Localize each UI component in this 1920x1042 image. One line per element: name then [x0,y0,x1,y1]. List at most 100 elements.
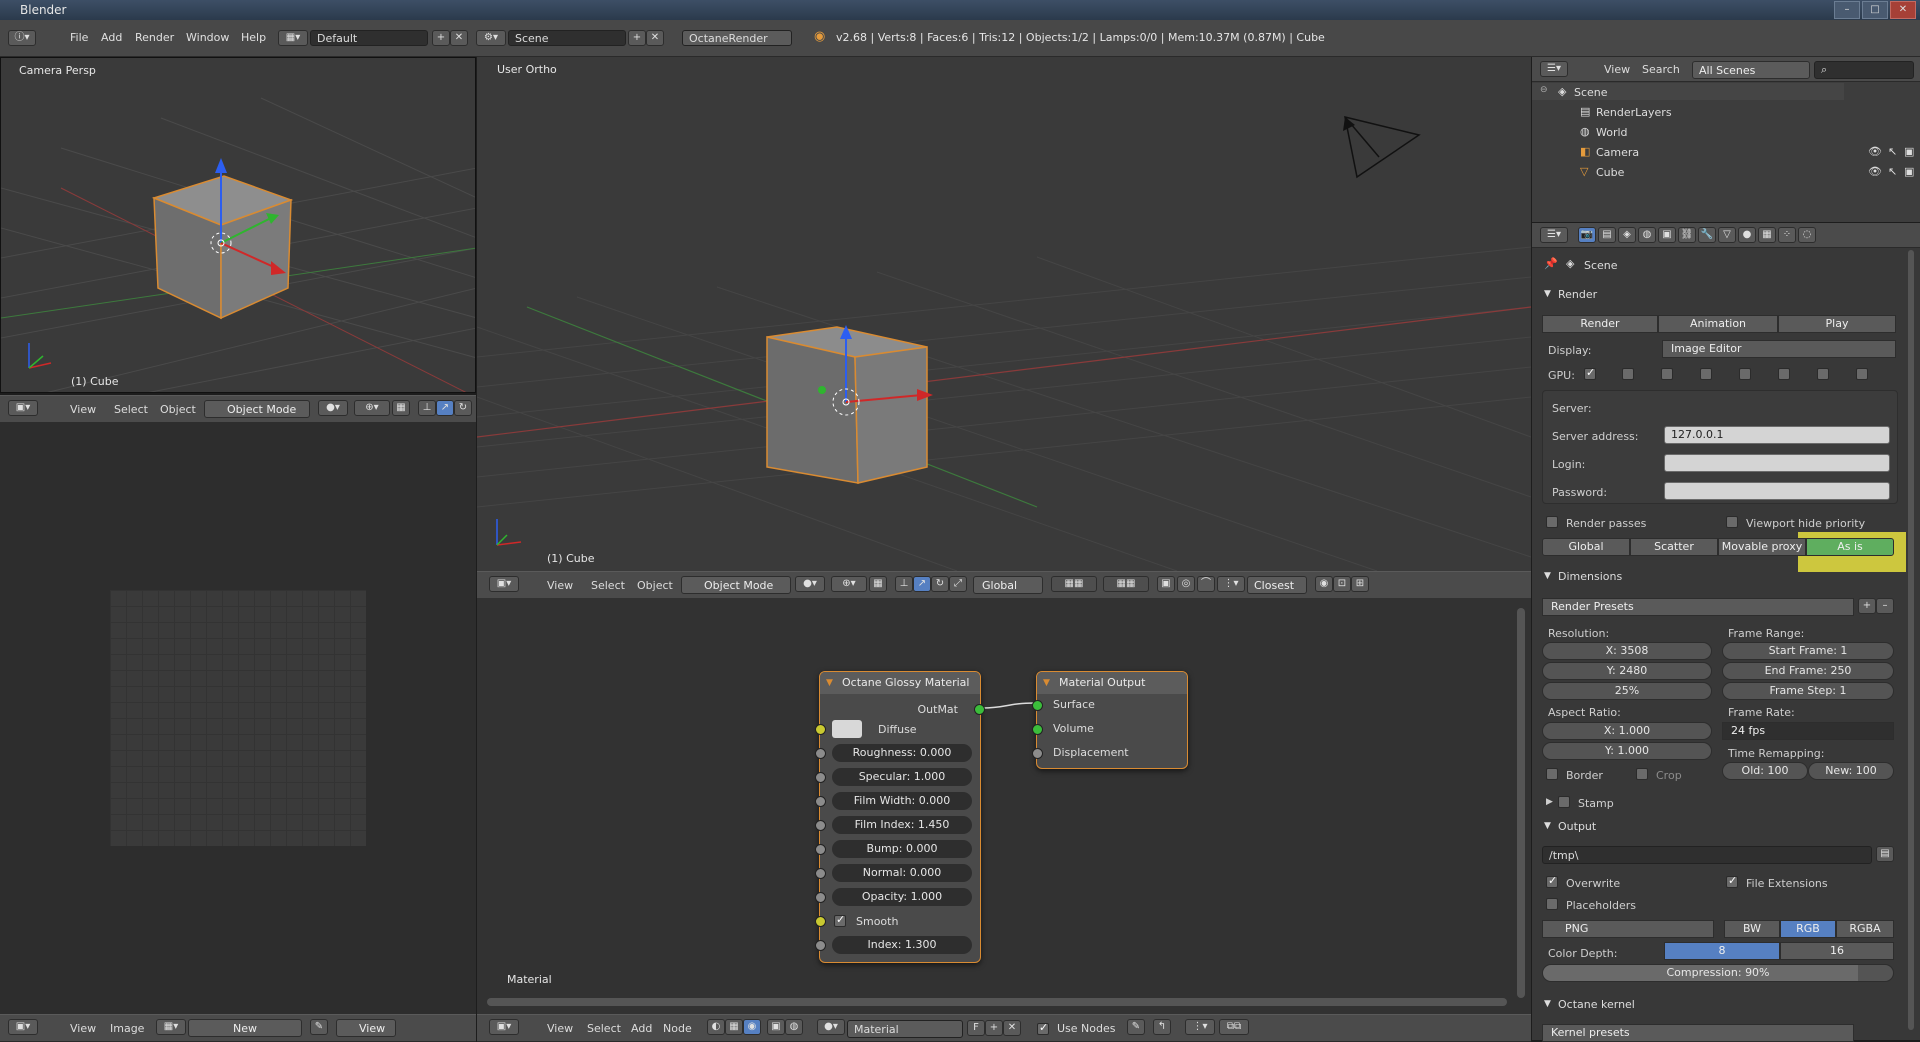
material-remove-icon[interactable]: ✕ [1003,1020,1021,1036]
diffuse-socket[interactable] [815,724,826,735]
resolution-x-field[interactable]: X: 3508 [1542,642,1712,660]
overwrite-checkbox[interactable] [1546,874,1558,888]
color-mode-rgb[interactable]: RGB [1780,920,1836,938]
glossy-material-node[interactable]: Octane Glossy Material OutMat Diffuse Ro… [815,671,985,963]
camera-render-icon[interactable]: ⊡ [1333,576,1351,592]
main-rotate-icon[interactable]: ↻ [931,576,949,592]
animation-render-icon[interactable]: ⊞ [1351,576,1369,592]
node-menu-node[interactable]: Node [663,1022,692,1035]
gpu-checkbox-4[interactable] [1700,368,1712,380]
main-layers-icon[interactable]: ▦ [869,576,887,592]
layout-remove-icon[interactable]: ✕ [450,30,468,46]
film-index-field[interactable]: Film Index: 1.450 [832,816,972,834]
login-input[interactable] [1664,454,1890,472]
main-manipulator-icon[interactable]: ⊥ [895,576,913,592]
orientation-select[interactable]: Global [973,576,1043,594]
play-button[interactable]: Play [1778,315,1896,333]
crop-checkbox[interactable] [1636,768,1648,780]
main-menu-object[interactable]: Object [637,579,673,592]
node-menu-view[interactable]: View [547,1022,573,1035]
snap-icon[interactable]: ⋮▾ [1217,576,1245,592]
scene-field[interactable]: Scene [508,30,626,46]
camera-visibility-icon[interactable]: 👁 [1868,145,1882,158]
world-tab-icon[interactable]: ◍ [1638,227,1656,243]
main-translate-icon[interactable]: ↗ [913,576,931,592]
remap-new-field[interactable]: New: 100 [1808,762,1894,780]
mode-select[interactable]: Object Mode [204,400,310,418]
index-field[interactable]: Index: 1.300 [832,936,972,954]
color-mode-bw[interactable]: BW [1724,920,1780,938]
preset-remove-icon[interactable]: – [1876,598,1894,614]
gpu-checkbox-5[interactable] [1739,368,1751,380]
menu-add[interactable]: Add [101,31,122,44]
normal-field[interactable]: Normal: 0.000 [832,864,972,882]
node-object-icon[interactable]: ▣ [767,1019,785,1035]
diffuse-color-swatch[interactable] [832,720,862,738]
outliner-item-renderlayers[interactable]: RenderLayers [1596,106,1672,119]
menu-select[interactable]: Select [114,403,148,416]
render-tab-icon[interactable]: 📷 [1578,227,1596,243]
info-editor-icon[interactable]: ⓘ▾ [8,30,36,46]
outliner-search-input[interactable]: ⌕ [1814,61,1914,79]
node-parent-icon[interactable]: ↰ [1153,1019,1171,1035]
outliner-display-select[interactable]: All Scenes [1692,61,1810,79]
viewport-hide-checkbox[interactable] [1726,516,1738,528]
rotate-icon[interactable]: ↻ [454,400,472,416]
layer-lock-icon[interactable]: ▣ [1157,576,1175,592]
material-name-field[interactable]: Material [847,1020,963,1038]
frame-rate-select[interactable]: 24 fps [1722,722,1894,740]
output-path-input[interactable]: /tmp\ [1542,846,1872,864]
node-backdrop-icon[interactable]: ✎ [1127,1019,1145,1035]
image-editor[interactable] [0,422,476,1016]
data-tab-icon[interactable]: ▽ [1718,227,1736,243]
image-new-button[interactable]: New [188,1019,302,1037]
outmat-socket[interactable] [974,704,985,715]
node-snap-icon[interactable]: ⋮▾ [1185,1019,1215,1035]
layout-add-icon[interactable]: + [432,30,450,46]
outliner-type-icon[interactable]: ☰▾ [1540,61,1568,77]
main-pivot-icon[interactable]: ⊕▾ [831,576,867,592]
border-checkbox[interactable] [1546,768,1558,780]
octane-kernel-section-header[interactable]: Octane kernel [1544,998,1904,1011]
node-menu-select[interactable]: Select [587,1022,621,1035]
menu-file[interactable]: File [70,31,88,44]
fake-user-button[interactable]: F [967,1020,985,1036]
object-tab-icon[interactable]: ▣ [1658,227,1676,243]
index-socket[interactable] [815,940,826,951]
specular-field[interactable]: Specular: 1.000 [832,768,972,786]
volume-socket[interactable] [1032,724,1043,735]
outliner-menu-search[interactable]: Search [1642,63,1680,76]
main-scale-icon[interactable]: ⤢ [949,576,967,592]
minimize-icon[interactable]: – [1834,1,1860,19]
main-3d-viewport[interactable]: User Ortho (1) Cube [477,57,1531,571]
outliner-item-camera[interactable]: Camera [1596,146,1639,159]
file-extensions-checkbox[interactable] [1726,874,1738,888]
snap-target-select[interactable]: Closest [1247,576,1307,594]
node-copy-icon[interactable]: ⧉⧉ [1219,1019,1249,1035]
compression-slider[interactable]: Compression: 90% [1542,964,1894,982]
opacity-field[interactable]: Opacity: 1.000 [832,888,972,906]
texture-tab-icon[interactable]: ▦ [1758,227,1776,243]
display-select[interactable]: Image Editor [1662,340,1896,358]
material-tab-icon[interactable]: ● [1738,227,1756,243]
material-add-icon[interactable]: + [985,1020,1003,1036]
image-browse-icon[interactable]: ▦▾ [156,1019,186,1035]
main-menu-select[interactable]: Select [591,579,625,592]
gpu-checkbox-3[interactable] [1661,368,1673,380]
layout-field[interactable]: Default [310,30,428,46]
normal-socket[interactable] [815,868,826,879]
material-browse-icon[interactable]: ●▾ [817,1019,845,1035]
render-engine-select[interactable]: OctaneRender [682,30,792,46]
render-preview-icon[interactable]: ◉ [1315,576,1333,592]
layout-icon[interactable]: ▦▾ [278,30,308,46]
image-menu-view[interactable]: View [70,1022,96,1035]
kernel-presets-select[interactable]: Kernel presets [1542,1024,1854,1042]
gpu-checkbox-7[interactable] [1817,368,1829,380]
tab-global[interactable]: Global [1542,538,1630,556]
menu-window[interactable]: Window [186,31,229,44]
resolution-percent-slider[interactable]: 25% [1542,682,1712,700]
scene-tab-icon[interactable]: ◈ [1618,227,1636,243]
node-editor-h-scrollbar[interactable] [487,998,1507,1006]
menu-help[interactable]: Help [241,31,266,44]
collapse-icon[interactable]: ⊖ [1540,85,1548,95]
